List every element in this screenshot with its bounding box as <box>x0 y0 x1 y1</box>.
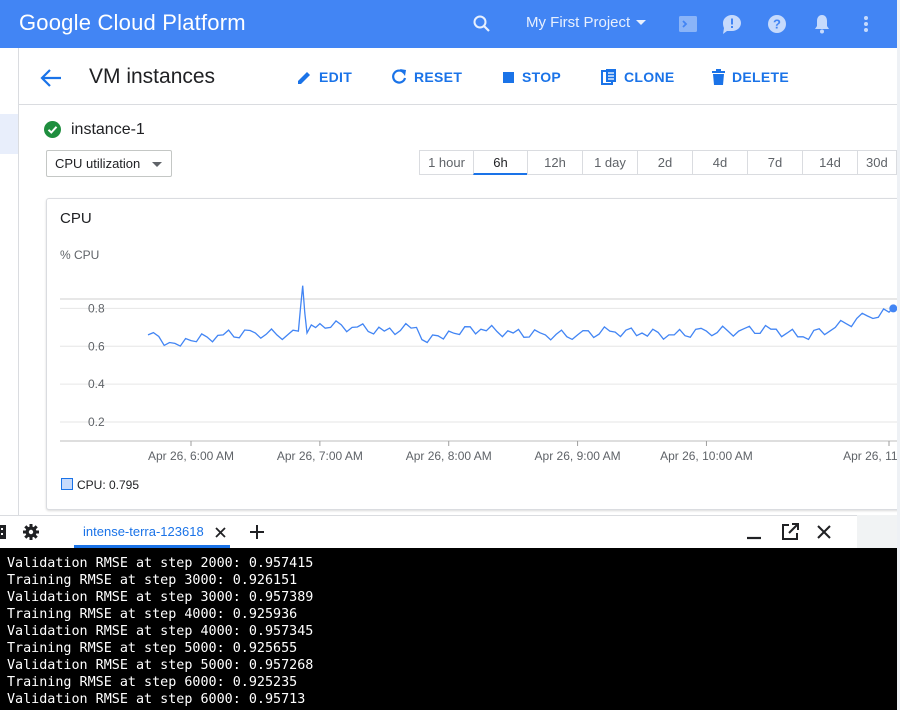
shell-tab-label[interactable]: intense-terra-123618 <box>83 524 204 539</box>
legend-label: CPU: 0.795 <box>77 478 140 492</box>
cpu-series-line[interactable] <box>147 285 894 347</box>
y-tick-label: 0.8 <box>88 301 105 315</box>
settings-gear-icon[interactable] <box>22 523 40 541</box>
terminal-line: Training RMSE at step 5000: 0.925655 <box>7 641 298 656</box>
terminal-line: Validation RMSE at step 4000: 0.957345 <box>7 624 314 639</box>
close-tab-icon[interactable] <box>215 527 226 538</box>
x-tick-label: Apr 26, 10:00 AM <box>660 449 753 463</box>
shell-toolbar-gap <box>857 515 897 548</box>
x-tick-label: Apr 26, 8:00 AM <box>406 449 492 463</box>
terminal-output[interactable]: Validation RMSE at step 2000: 0.957415 T… <box>0 548 900 710</box>
terminal-line: Validation RMSE at step 5000: 0.957268 <box>7 658 314 673</box>
legend-swatch[interactable] <box>61 478 73 490</box>
add-tab-icon[interactable] <box>249 524 265 540</box>
terminal-line: Training RMSE at step 4000: 0.925936 <box>7 607 298 622</box>
y-tick-label: 0.6 <box>88 339 105 353</box>
terminal-line: Validation RMSE at step 6000: 0.95713 <box>7 692 306 707</box>
y-tick-label: 0.4 <box>88 377 105 391</box>
x-tick-label: Apr 26, 9:00 AM <box>535 449 621 463</box>
keyboard-icon[interactable] <box>0 524 8 540</box>
x-tick-label: Apr 26, 11:25 AM <box>843 449 900 463</box>
terminal-line: Training RMSE at step 3000: 0.926151 <box>7 573 298 588</box>
terminal-line: Validation RMSE at step 3000: 0.957389 <box>7 590 314 605</box>
open-in-new-window-icon[interactable] <box>781 523 799 541</box>
minimize-icon[interactable] <box>746 525 762 541</box>
terminal-line: Validation RMSE at step 2000: 0.957415 <box>7 556 314 571</box>
x-tick-label: Apr 26, 6:00 AM <box>148 449 234 463</box>
y-tick-label: 0.2 <box>88 415 105 429</box>
close-shell-icon[interactable] <box>816 524 832 540</box>
terminal-line: Training RMSE at step 6000: 0.925235 <box>7 675 298 690</box>
x-tick-label: Apr 26, 7:00 AM <box>277 449 363 463</box>
